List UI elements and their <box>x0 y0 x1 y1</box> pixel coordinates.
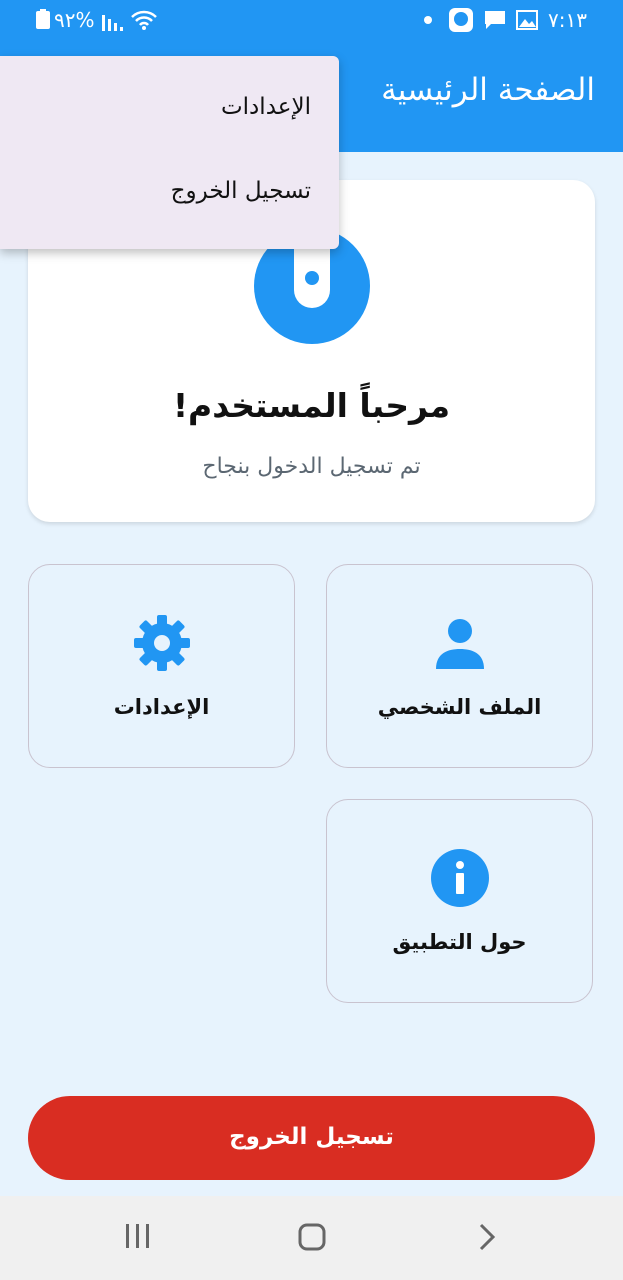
recent-apps-icon[interactable] <box>124 1222 152 1250</box>
home-icon[interactable] <box>297 1222 327 1252</box>
logout-button-label: تسجيل الخروج <box>229 1124 394 1150</box>
welcome-title: مرحباً المستخدم! <box>172 386 451 425</box>
system-nav-bar <box>0 1196 623 1280</box>
about-tile[interactable]: حول التطبيق <box>326 799 593 1003</box>
page-title: الصفحة الرئيسية <box>381 72 595 108</box>
clock: ٧:١٣ <box>548 8 587 32</box>
settings-tile[interactable]: الإعدادات <box>28 564 295 768</box>
info-icon <box>431 849 489 907</box>
settings-tile-label: الإعدادات <box>113 695 210 719</box>
about-tile-label: حول التطبيق <box>392 930 527 954</box>
logout-button[interactable]: تسجيل الخروج <box>28 1096 595 1180</box>
profile-tile[interactable]: الملف الشخصي <box>326 564 593 768</box>
menu-item-logout-label: تسجيل الخروج <box>170 178 311 204</box>
overflow-menu: الإعدادات تسجيل الخروج <box>0 56 339 249</box>
person-icon <box>436 619 484 669</box>
wifi-icon <box>131 10 157 30</box>
gear-icon <box>134 615 190 671</box>
welcome-subtitle: تم تسجيل الدخول بنجاح <box>202 454 421 479</box>
status-bar: ٩٢% ٧:١٣ <box>0 0 623 40</box>
app-notification-icon <box>449 8 473 32</box>
menu-item-settings[interactable]: الإعدادات <box>0 68 339 152</box>
signal-icon <box>102 15 123 31</box>
image-icon <box>516 10 538 30</box>
message-icon <box>485 11 505 29</box>
profile-tile-label: الملف الشخصي <box>377 695 542 719</box>
battery-percent: ٩٢% <box>54 8 95 32</box>
back-icon[interactable] <box>476 1222 498 1252</box>
menu-item-logout[interactable]: تسجيل الخروج <box>0 152 339 236</box>
battery-icon <box>36 9 50 29</box>
notification-dot-icon <box>424 16 432 24</box>
menu-item-settings-label: الإعدادات <box>221 94 311 120</box>
